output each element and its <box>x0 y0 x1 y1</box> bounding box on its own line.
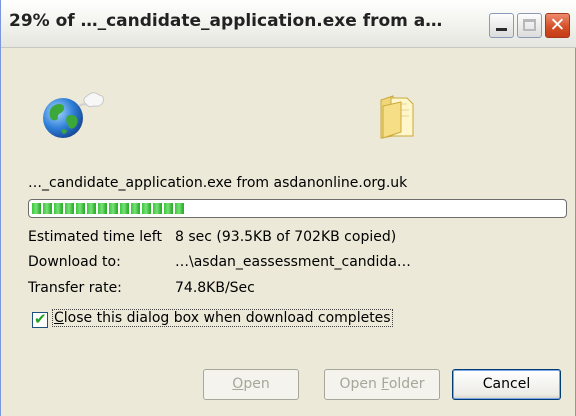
open-folder-button[interactable]: Open Folder <box>324 369 440 400</box>
folder-icon <box>380 95 414 139</box>
download-to-label: Download to: <box>28 254 121 270</box>
minimize-icon <box>496 28 507 31</box>
progress-fill <box>32 203 186 214</box>
minimize-button[interactable] <box>489 13 514 38</box>
download-progress-bar <box>28 199 567 218</box>
transfer-rate-value: 74.8KB/Sec <box>175 280 255 296</box>
download-dialog: 29% of …_candidate_application.exe from … <box>0 0 576 416</box>
maximize-icon <box>523 19 536 31</box>
close-on-complete-checkbox[interactable]: ✔ <box>32 310 48 328</box>
checkmark-icon: ✔ <box>34 310 47 328</box>
transfer-rate-label: Transfer rate: <box>28 280 122 296</box>
cancel-button[interactable]: Cancel <box>452 369 561 400</box>
close-icon: ✕ <box>549 14 566 36</box>
time-left-label: Estimated time left <box>28 229 162 245</box>
close-button[interactable]: ✕ <box>545 13 570 38</box>
maximize-button <box>517 13 542 38</box>
globe-icon <box>43 92 104 138</box>
download-to-value: …\asdan_eassessment_candida… <box>175 254 411 270</box>
window-title: 29% of …_candidate_application.exe from … <box>9 11 443 31</box>
open-button[interactable]: Open <box>203 369 299 400</box>
title-bar[interactable]: 29% of …_candidate_application.exe from … <box>1 0 576 48</box>
download-source: …_candidate_application.exe from asdanon… <box>28 175 408 191</box>
close-on-complete-label[interactable]: Close this dialog box when download comp… <box>52 309 393 327</box>
time-left-value: 8 sec (93.5KB of 702KB copied) <box>175 229 397 245</box>
